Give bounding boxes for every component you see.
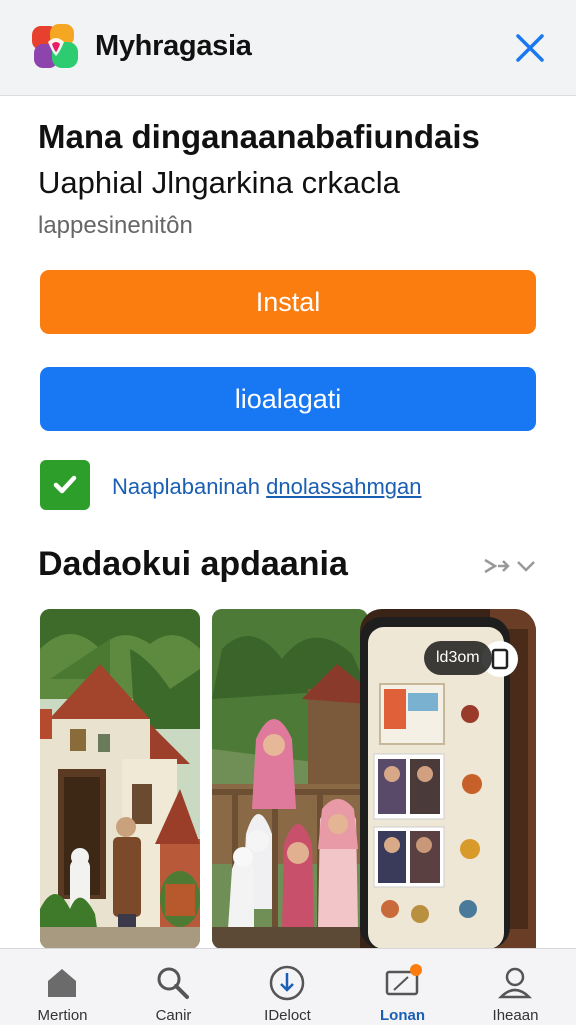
screenshot-2[interactable] [212, 609, 368, 949]
nav-item-0[interactable]: Mertion [5, 949, 120, 1025]
people-photo [212, 609, 368, 949]
screenshot-badge: ld3om [424, 641, 492, 675]
app-name: Myhragasia [95, 30, 252, 62]
bottom-nav: Mertion Canir IDeloct Lonan Iheaan [0, 948, 576, 1025]
app-logo-icon [32, 24, 78, 68]
install-button[interactable]: Instal [40, 270, 536, 334]
close-button[interactable] [508, 26, 552, 70]
app-meta: lappesinenitôn [38, 212, 193, 239]
secondary-button[interactable]: lioalagati [40, 367, 536, 431]
nav-item-3[interactable]: Lonan [345, 949, 460, 1025]
search-icon [157, 967, 189, 999]
nav-label: Canir [155, 1007, 192, 1024]
badge-text: ld3om [436, 649, 480, 666]
nav-label: Lonan [380, 1007, 425, 1024]
consent-checkbox[interactable] [40, 460, 90, 510]
screenshots-section-title: Dadaokui apdaania [38, 545, 348, 583]
download-icon [269, 965, 305, 1001]
consent-link[interactable]: dnolassahmgan [266, 474, 421, 499]
chevron-right-down-icon [484, 558, 535, 574]
account-icon [497, 967, 533, 999]
house-photo [40, 609, 200, 949]
nav-item-2[interactable]: IDeloct [230, 949, 345, 1025]
app-header: Myhragasia [0, 0, 576, 96]
consent-label: Naaplabaninah dnolassahmgan [112, 474, 421, 500]
nav-item-4[interactable]: Iheaan [458, 949, 573, 1025]
nav-label: IDeloct [264, 1007, 311, 1024]
nav-label: Mertion [37, 1007, 88, 1024]
home-icon [48, 969, 76, 997]
consent-label-prefix: Naaplabaninah [112, 474, 267, 499]
section-more-button[interactable] [482, 553, 538, 579]
app-subtitle: Uaphial Jlngarkina crkacla [38, 165, 400, 200]
screenshot-1[interactable] [40, 609, 200, 949]
nav-item-1[interactable]: Canir [116, 949, 231, 1025]
checkmark-icon [53, 475, 77, 494]
tablet-icon [385, 964, 422, 996]
close-icon [516, 34, 544, 62]
nav-label: Iheaan [492, 1007, 539, 1024]
app-title: Mana dinganaanabafiundais [38, 118, 480, 155]
